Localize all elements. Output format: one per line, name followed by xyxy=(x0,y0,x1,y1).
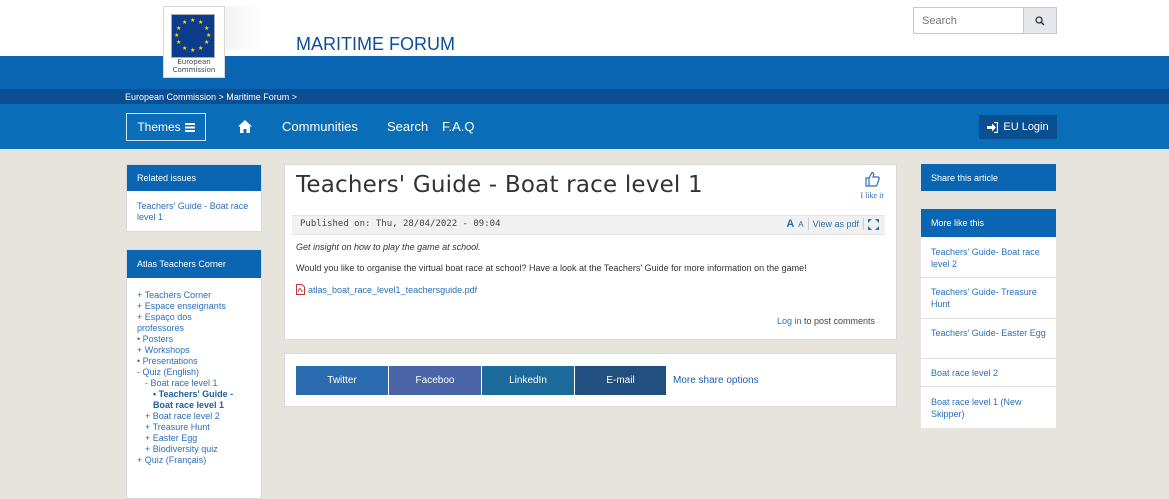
tree-item[interactable]: + Espace enseignants xyxy=(137,301,226,312)
search-icon xyxy=(1035,15,1045,26)
themes-label: Themes xyxy=(137,120,181,134)
article-tools: A A View as pdf xyxy=(786,218,879,230)
tree-item[interactable]: + Easter Egg xyxy=(145,433,197,444)
login-arrow-icon xyxy=(987,121,999,133)
share-twitter-button[interactable]: Twitter xyxy=(296,366,388,395)
nav-faq[interactable]: F.A.Q xyxy=(442,119,475,134)
atlas-teachers-corner-box: Atlas Teachers Corner + Teachers Corner … xyxy=(126,249,262,499)
tree-item[interactable]: + Treasure Hunt xyxy=(145,422,210,433)
themes-button[interactable]: Themes xyxy=(126,113,206,141)
search-input[interactable] xyxy=(914,8,1022,33)
expand-icon[interactable] xyxy=(868,218,879,230)
hamburger-menu-icon xyxy=(184,122,195,132)
article-body: Would you like to organise the virtual b… xyxy=(296,263,807,273)
eu-flag-icon: ★ ★ ★ ★ ★ ★ ★ ★ ★ ★ ★ ★ xyxy=(171,14,215,58)
breadcrumb[interactable]: European Commission > Maritime Forum > xyxy=(125,92,297,102)
tree-item[interactable]: + Espaço dos xyxy=(137,312,192,323)
share-email-button[interactable]: E-mail xyxy=(575,366,666,395)
tree-item[interactable]: + Quiz (Français) xyxy=(137,455,206,466)
eu-login-button[interactable]: EU Login xyxy=(979,115,1057,139)
tree-item[interactable]: + Teachers Corner xyxy=(137,290,211,301)
logo-text: European Commission xyxy=(172,58,216,74)
atlas-teachers-corner-title: Atlas Teachers Corner xyxy=(127,250,261,278)
related-article-link[interactable]: Teachers' Guide- Easter Egg xyxy=(921,319,1056,359)
tree-item[interactable]: - Quiz (English) xyxy=(137,367,199,378)
publication-bar: Published on: Thu, 28/04/2022 - 09:04 A … xyxy=(292,215,885,235)
login-to-comment: Log in to post comments xyxy=(777,316,875,326)
site-title[interactable]: MARITIME FORUM xyxy=(296,34,455,55)
tool-divider xyxy=(807,218,809,230)
font-size-increase[interactable]: A xyxy=(786,218,794,230)
search-box xyxy=(913,7,1057,34)
tree-item[interactable]: professores xyxy=(137,323,184,334)
tree-item[interactable]: + Boat race level 2 xyxy=(145,411,220,422)
related-article-link[interactable]: Teachers' Guide- Treasure Hunt xyxy=(921,278,1056,319)
nav-communities[interactable]: Communities xyxy=(282,119,358,134)
article-intro: Get insight on how to play the game at s… xyxy=(296,242,481,252)
tool-divider xyxy=(863,218,864,230)
european-commission-logo[interactable]: ★ ★ ★ ★ ★ ★ ★ ★ ★ ★ ★ ★ European Commiss… xyxy=(163,6,225,78)
tree-item-current[interactable]: • Teachers' Guide - xyxy=(153,389,233,400)
login-suffix: to post comments xyxy=(801,316,876,326)
share-linkedin-button[interactable]: LinkedIn xyxy=(482,366,574,395)
view-as-pdf-link[interactable]: View as pdf xyxy=(813,219,859,229)
related-issues-title: Related issues xyxy=(127,165,261,191)
related-issue-link[interactable]: Teachers' Guide - Boat race level 1 xyxy=(127,191,261,223)
tree-item[interactable]: - Boat race level 1 xyxy=(145,378,218,389)
home-button[interactable] xyxy=(238,118,252,137)
like-button[interactable]: I like it xyxy=(856,171,888,200)
tree-item[interactable]: + Workshops xyxy=(137,345,190,356)
logo-decoration xyxy=(225,6,265,50)
thumbs-up-icon xyxy=(865,171,880,187)
login-link[interactable]: Log in xyxy=(777,316,802,326)
share-this-article-button[interactable]: Share this article xyxy=(921,164,1056,191)
eu-login-label: EU Login xyxy=(1003,121,1049,133)
pdf-file-icon xyxy=(296,284,305,295)
tree-item[interactable]: • Presentations xyxy=(137,356,198,367)
font-size-decrease[interactable]: A xyxy=(798,220,803,229)
search-button[interactable] xyxy=(1023,8,1056,33)
tree-item-current[interactable]: Boat race level 1 xyxy=(153,400,224,411)
published-date: Published on: Thu, 28/04/2022 - 09:04 xyxy=(300,219,501,229)
related-article-link[interactable]: Boat race level 1 (New Skipper) xyxy=(921,387,1056,428)
more-like-this-title: More like this xyxy=(921,209,1056,237)
tree-item[interactable]: + Biodiversity quiz xyxy=(145,444,218,455)
more-share-options-link[interactable]: More share options xyxy=(673,375,759,386)
related-article-link[interactable]: Teachers' Guide- Boat race level 2 xyxy=(921,237,1056,278)
related-article-link[interactable]: Boat race level 2 xyxy=(921,359,1056,387)
article-title: Teachers' Guide - Boat race level 1 xyxy=(296,172,703,198)
pdf-attachment-link: atlas_boat_race_level1_teachersguide.pdf xyxy=(308,284,478,295)
pdf-attachment[interactable]: atlas_boat_race_level1_teachersguide.pdf xyxy=(296,284,477,295)
tree-item[interactable]: • Posters xyxy=(137,334,173,345)
like-label: I like it xyxy=(860,191,884,200)
share-facebook-button[interactable]: Faceboo xyxy=(389,366,481,395)
related-issues-box: Related issues Teachers' Guide - Boat ra… xyxy=(126,164,262,232)
home-icon xyxy=(238,120,252,133)
nav-search[interactable]: Search xyxy=(387,119,428,134)
